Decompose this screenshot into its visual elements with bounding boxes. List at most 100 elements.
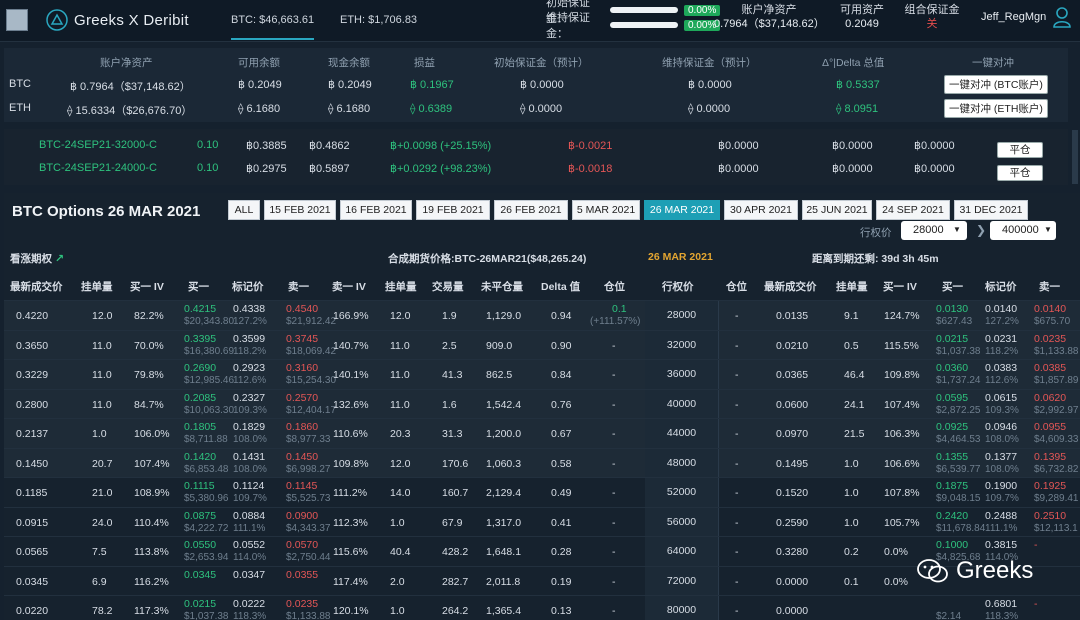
option-pbid[interactable]: 0.0925 [936,421,968,433]
date-tab[interactable]: 24 SEP 2021 [876,200,950,220]
option-ask[interactable]: 0.0355 [286,569,318,581]
hedge-eth-button[interactable]: 一键对冲 (ETH账户) [944,99,1048,118]
option-row[interactable]: 0.0915 24.0 110.4% 0.0875 $4,222.72 0.0884 111… [4,506,1080,537]
hedge-btc-button[interactable]: 一键对冲 (BTC账户) [944,75,1048,94]
date-tab[interactable]: 15 FEB 2021 [264,200,336,220]
option-bid[interactable]: 0.0215 [184,598,216,610]
option-biv: 116.2% [134,575,169,588]
option-pask[interactable]: 0.0955 [1034,421,1066,433]
option-row[interactable]: 0.1450 20.7 107.4% 0.1420 $6,853.48 0.1431 108… [4,447,1080,478]
option-biv: 108.9% [134,487,170,499]
option-biv: 107.4% [134,457,170,470]
option-ask[interactable]: 0.1450 [286,451,318,463]
option-pask[interactable]: 0.0620 [1034,392,1066,404]
watermark: Greeks [916,557,1033,585]
option-bsz: 78.2 [92,605,113,617]
date-tab[interactable]: 25 JUN 2021 [802,200,872,220]
date-tab-active[interactable]: 26 MAR 2021 [644,200,720,220]
tab-eth-price[interactable]: ETH: $1,706.83 [340,14,417,26]
option-ask[interactable]: 0.1860 [286,421,318,433]
option-ask[interactable]: 0.3160 [286,362,318,374]
option-row[interactable]: 0.2137 1.0 106.0% 0.1805 $8,711.88 0.1829 108.… [4,418,1080,449]
option-markiv: 118.2% [233,345,267,357]
positions-scrollbar[interactable] [1072,130,1078,184]
date-tab[interactable]: 16 FEB 2021 [340,200,412,220]
date-tab[interactable]: 30 APR 2021 [724,200,798,220]
account-avail: ฿ 0.2049 [238,79,282,91]
position-instrument[interactable]: BTC-24SEP21-24000-C [39,162,157,174]
option-biv: 117.3% [134,605,169,617]
option-pask[interactable]: 0.0235 [1034,333,1066,345]
option-ask[interactable]: 0.4540 [286,303,318,315]
option-bid[interactable]: 0.1115 [184,480,215,492]
option-pask[interactable]: - [1034,539,1038,551]
option-bid[interactable]: 0.0875 [184,510,216,522]
option-bid[interactable]: 0.3395 [184,333,216,345]
strike-to-select[interactable]: 400000 ▼ [990,221,1056,240]
option-markiv: 109.7% [233,493,267,504]
menu-toggle-button[interactable] [6,9,28,31]
option-pask[interactable]: 0.0140 [1034,303,1066,315]
option-oi: 862.5 [486,369,513,381]
option-bid[interactable]: 0.2690 [184,362,216,374]
option-pbid[interactable]: 0.0595 [936,392,968,404]
option-mark: 0.4338 [233,303,266,315]
option-bid[interactable]: 0.2085 [184,392,216,404]
option-aiv: 115.6% [333,546,368,558]
date-tab[interactable]: 26 FEB 2021 [494,200,568,220]
date-tab-all[interactable]: ALL [228,200,260,220]
option-pbid[interactable]: 0.1000 [936,539,968,551]
option-row[interactable]: 0.3229 11.0 79.8% 0.2690 $12,985.46 0.2923 112… [4,359,1080,390]
option-pask[interactable]: 0.2510 [1034,510,1066,522]
option-ask[interactable]: 0.0570 [286,539,318,551]
account-delta: ฿ 0.5337 [836,79,880,91]
date-tab[interactable]: 5 MAR 2021 [572,200,640,220]
strike-separator [718,389,719,419]
option-pbiv: 0.0% [884,575,908,588]
user-icon[interactable] [1052,6,1072,28]
option-bid[interactable]: 0.1805 [184,421,216,433]
option-row[interactable]: 0.0220 78.2 117.3% 0.0215 $1,037.38 0.0222 118… [4,595,1080,620]
option-pbid[interactable]: 0.0130 [936,303,968,315]
option-strike: 52000 [645,478,718,508]
close-position-button[interactable]: 平仓 [997,165,1043,181]
close-position-button[interactable]: 平仓 [997,142,1043,158]
strike-separator [718,419,719,449]
strike-from-select[interactable]: 28000 ▼ [901,221,967,240]
option-delta: 0.76 [551,398,572,411]
option-bid[interactable]: 0.1420 [184,451,216,463]
option-markiv: 108.0% [233,434,267,445]
option-row[interactable]: 0.3650 11.0 70.0% 0.3395 $16,380.69 0.3599 118… [4,329,1080,360]
option-pbid[interactable]: 0.0360 [936,362,968,374]
option-ask[interactable]: 0.2570 [286,392,318,404]
option-pask[interactable]: 0.1395 [1034,451,1066,463]
username[interactable]: Jeff_RegMgn [981,11,1046,23]
option-ask[interactable]: 0.3745 [286,333,318,345]
option-pbid[interactable]: 0.2420 [936,510,968,522]
option-pask[interactable]: 0.1925 [1034,480,1066,492]
option-pbid[interactable]: 0.1875 [936,480,968,492]
option-bid[interactable]: 0.0345 [184,569,216,581]
option-pask[interactable]: 0.0385 [1034,362,1066,374]
option-vol: 428.2 [442,546,469,558]
col-last: 最新成交价 [10,281,63,293]
option-pbid[interactable]: 0.0215 [936,333,968,345]
option-ppos: - [735,575,739,588]
option-pbid[interactable]: 0.1355 [936,451,968,463]
option-row[interactable]: 0.1185 21.0 108.9% 0.1115 $5,380.96 0.1124 109… [4,477,1080,508]
tab-btc-price[interactable]: BTC: $46,663.61 [231,14,315,40]
option-bid[interactable]: 0.0550 [184,539,216,551]
option-bid[interactable]: 0.4215 [184,303,216,315]
option-row[interactable]: 0.2800 11.0 84.7% 0.2085 $10,063.30 0.2327 109… [4,388,1080,419]
option-ask[interactable]: 0.0900 [286,510,318,522]
option-ask[interactable]: 0.0235 [286,598,318,610]
option-pask[interactable]: - [1034,598,1038,610]
option-ask[interactable]: 0.1145 [286,480,317,492]
portfolio-margin-value[interactable]: 关 [904,17,960,31]
date-tab[interactable]: 31 DEC 2021 [954,200,1028,220]
date-tab[interactable]: 19 FEB 2021 [416,200,490,220]
position-instrument[interactable]: BTC-24SEP21-32000-C [39,139,157,151]
option-row[interactable]: 0.4220 12.0 82.2% 0.4215 $20,343.80 0.4338 127… [4,300,1080,331]
option-pmarkiv: 127.2% [985,316,1019,327]
strike-separator [718,478,719,508]
